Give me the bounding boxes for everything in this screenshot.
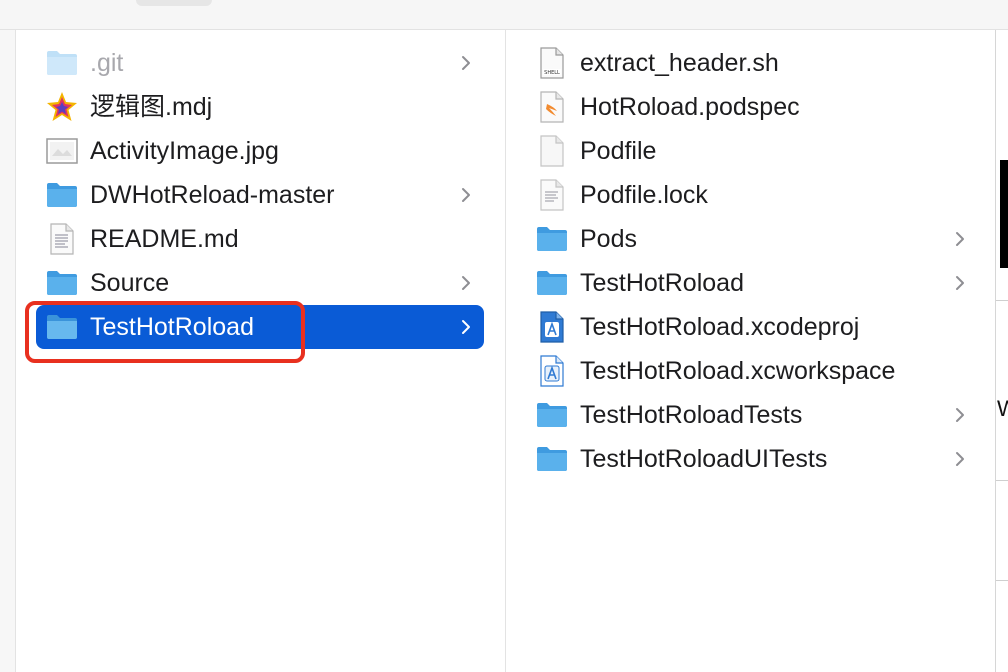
text-document-icon (46, 223, 78, 255)
chevron-right-icon (952, 273, 968, 293)
item-label: TestHotRoload.xcodeproj (580, 313, 860, 341)
edge-bar (1000, 160, 1008, 268)
folder-icon (536, 443, 568, 475)
list-item-testhotroloadtests[interactable]: TestHotRoloadTests (528, 393, 978, 437)
item-label: Pods (580, 225, 637, 253)
adjacent-window-edge: W (995, 30, 1008, 672)
list-item-pods[interactable]: Pods (528, 217, 978, 261)
list-item-git[interactable]: .git (36, 41, 484, 85)
item-label: DWHotReload-master (90, 181, 335, 209)
chevron-right-icon (458, 273, 474, 293)
xcode-workspace-icon (536, 355, 568, 387)
item-label: Source (90, 269, 170, 297)
chevron-right-icon (952, 229, 968, 249)
list-item-podspec[interactable]: HotRoload.podspec (528, 85, 978, 129)
image-file-icon (46, 135, 78, 167)
xcode-project-icon (536, 311, 568, 343)
folder-icon (46, 179, 78, 211)
toolbar-tab[interactable] (136, 0, 212, 6)
chevron-right-icon (458, 53, 474, 73)
item-label: ActivityImage.jpg (90, 137, 279, 165)
folder-icon (536, 267, 568, 299)
list-item-podfile-lock[interactable]: Podfile.lock (528, 173, 978, 217)
column-left: .git 逻辑图.mdj ActivityImage.jpg DWHotRelo… (36, 41, 484, 349)
svg-text:SHELL: SHELL (544, 70, 560, 76)
item-label: 逻辑图.mdj (90, 93, 213, 121)
text-document-icon (536, 179, 568, 211)
item-label: TestHotRoload.xcworkspace (580, 357, 896, 385)
column-divider[interactable] (505, 30, 506, 672)
edge-divider (996, 580, 1008, 581)
swift-file-icon (536, 91, 568, 123)
chevron-right-icon (952, 405, 968, 425)
edge-divider (996, 300, 1008, 301)
list-item-mdj[interactable]: 逻辑图.mdj (36, 85, 484, 129)
sidebar-edge (0, 30, 16, 672)
folder-icon (536, 223, 568, 255)
list-item-testhotroloaduitests[interactable]: TestHotRoloadUITests (528, 437, 978, 481)
item-label: Podfile (580, 137, 657, 165)
list-item-source[interactable]: Source (36, 261, 484, 305)
folder-icon (536, 399, 568, 431)
item-label: .git (90, 49, 124, 77)
folder-icon (46, 267, 78, 299)
folder-icon (46, 47, 78, 79)
list-item-readme[interactable]: README.md (36, 217, 484, 261)
list-item-dwhotreload-master[interactable]: DWHotReload-master (36, 173, 484, 217)
list-item-xcodeproj[interactable]: TestHotRoload.xcodeproj (528, 305, 978, 349)
list-item-xcworkspace[interactable]: TestHotRoload.xcworkspace (528, 349, 978, 393)
finder-toolbar (0, 0, 1008, 30)
list-item-podfile[interactable]: Podfile (528, 129, 978, 173)
item-label: TestHotRoload (580, 269, 744, 297)
column-right: SHELL extract_header.sh HotRoload.podspe… (528, 41, 978, 481)
item-label: TestHotRoload (90, 313, 254, 341)
folder-icon (46, 311, 78, 343)
list-item-testhotroload[interactable]: TestHotRoload (528, 261, 978, 305)
list-item-extract-header[interactable]: SHELL extract_header.sh (528, 41, 978, 85)
item-label: TestHotRoloadUITests (580, 445, 828, 473)
chevron-right-icon (952, 449, 968, 469)
chevron-right-icon (458, 185, 474, 205)
staruml-icon (46, 91, 78, 123)
edge-divider (996, 480, 1008, 481)
list-item-activity-image[interactable]: ActivityImage.jpg (36, 129, 484, 173)
blank-document-icon (536, 135, 568, 167)
item-label: HotRoload.podspec (580, 93, 800, 121)
item-label: README.md (90, 225, 239, 253)
item-label: TestHotRoloadTests (580, 401, 803, 429)
list-item-testhotroload-selected[interactable]: TestHotRoload (36, 305, 484, 349)
edge-glyph: W (997, 396, 1008, 421)
item-label: extract_header.sh (580, 49, 779, 77)
chevron-right-icon (458, 317, 474, 337)
shell-script-icon: SHELL (536, 47, 568, 79)
item-label: Podfile.lock (580, 181, 708, 209)
